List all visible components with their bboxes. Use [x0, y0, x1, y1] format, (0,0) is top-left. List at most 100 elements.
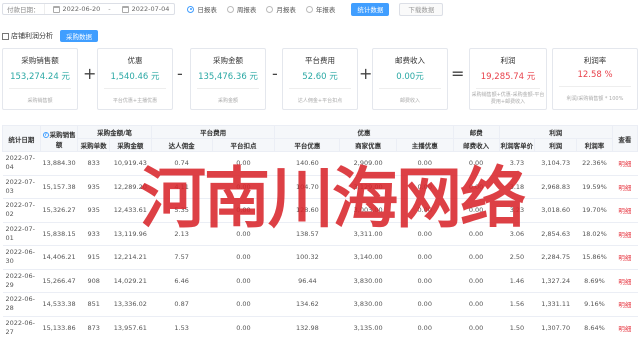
- cell-platform-disc: 100.32: [274, 245, 340, 270]
- cell-rate: 18.02%: [576, 222, 613, 246]
- card-title: 优惠: [127, 56, 143, 65]
- card-value: 52.60 元: [302, 72, 338, 82]
- date-range-picker[interactable]: 付款日期： 2022-06-20 - 2022-07-04: [2, 3, 176, 15]
- radio-label: 周报表: [236, 6, 257, 14]
- table-row: 2022-06- 27 15,133.86 873 13,957.61 1.53 0.00 1…: [2, 316, 638, 338]
- card-purchase-amount: 采购金额 135,476.36 元 采购金额: [190, 48, 266, 110]
- download-data-button[interactable]: 下载数据: [399, 2, 444, 16]
- analysis-header: 店铺利润分析 采购数据: [2, 30, 98, 42]
- shop-icon: [2, 32, 9, 40]
- cell-anchor-disc: 0.00: [396, 269, 454, 293]
- card-title: 采购销售额: [21, 56, 59, 65]
- cell-rate: 9.16%: [576, 292, 613, 317]
- cell-rate: 19.59%: [576, 175, 613, 199]
- detail-link[interactable]: 明细: [612, 151, 638, 176]
- cell-profit: 1,331.11: [534, 292, 577, 317]
- cell-count: 935: [77, 175, 110, 199]
- card-desc: 采购金额: [217, 98, 238, 104]
- cell-count: 935: [77, 198, 110, 223]
- card-title: 利润: [500, 56, 516, 65]
- cell-rate: 8.64%: [576, 316, 613, 338]
- card-desc: 达人佣金+平台扣点: [297, 98, 343, 104]
- card-title: 采购金额: [213, 56, 243, 65]
- card-desc: 采购销售额: [27, 98, 53, 104]
- card-title: 邮费收入: [395, 56, 425, 65]
- cell-amount: 12,214.21: [109, 245, 152, 270]
- cell-sales: 15,326.27: [40, 198, 78, 223]
- calendar-icon: [121, 5, 129, 13]
- cell-sales: 15,157.38: [40, 175, 78, 199]
- col-date: 统计日期: [2, 125, 41, 152]
- cell-rate: 22.36%: [576, 151, 613, 176]
- detail-link[interactable]: 明细: [612, 316, 638, 338]
- table-row: 2022-06- 30 14,406.21 915 12,214.21 7.57 0.00 1…: [2, 245, 638, 270]
- stat-data-button[interactable]: 统计数据: [351, 2, 390, 16]
- radio-yearly[interactable]: 年报表: [305, 4, 336, 14]
- end-date-value: 2022-07-04: [131, 5, 170, 13]
- cell-date: 2022-07- 03: [2, 175, 41, 199]
- cell-merchant-disc: 3,140.00: [339, 245, 397, 270]
- col-discount-group: 优惠: [274, 125, 454, 139]
- col-profit-rate: 利润率: [576, 138, 613, 152]
- card-sales: 采购销售额 153,274.24 元 采购销售额: [2, 48, 78, 110]
- purchase-data-button[interactable]: 采购数据: [60, 30, 98, 42]
- cell-profit: 3,018.60: [534, 198, 577, 223]
- cell-postage: 0.00: [453, 269, 500, 293]
- cell-deduct: 0.00: [212, 269, 275, 293]
- cell-rate: 8.69%: [576, 269, 613, 293]
- end-date-input[interactable]: 2022-07-04: [114, 4, 175, 14]
- radio-daily[interactable]: 日报表: [187, 4, 217, 14]
- col-platform-group: 平台费用: [150, 125, 276, 139]
- cell-date: 2022-07- 04: [2, 151, 41, 176]
- cell-anchor-disc: 0.00: [396, 316, 454, 338]
- detail-link[interactable]: 明细: [612, 198, 638, 223]
- question-icon: ?: [42, 131, 49, 138]
- detail-link[interactable]: 明细: [612, 245, 638, 270]
- col-profit-group: 利润: [498, 125, 613, 139]
- cell-count: 933: [77, 222, 110, 246]
- cell-date: 2022-06- 28: [2, 292, 41, 317]
- radio-label: 年报表: [315, 6, 336, 14]
- radio-monthly[interactable]: 月报表: [266, 4, 296, 14]
- detail-link[interactable]: 明细: [612, 292, 638, 317]
- cell-anchor-disc: 0.00: [396, 292, 454, 317]
- cell-date: 2022-06- 29: [2, 269, 41, 293]
- cell-commission: 0.87: [151, 292, 213, 317]
- cell-unit-profit: 1.46: [499, 269, 535, 293]
- card-profit: 利润 19,285.74 元 采购销售额+优惠-采购金额-平台费用+邮费收入: [469, 48, 547, 110]
- calendar-icon: [52, 5, 60, 13]
- col-count: 采购单数: [77, 138, 110, 152]
- detail-link[interactable]: 明细: [612, 222, 638, 246]
- cell-amount: 13,336.02: [109, 292, 152, 317]
- card-value: 135,476.36 元: [198, 72, 258, 82]
- cell-unit-profit: 2.50: [499, 245, 535, 270]
- cell-count: 851: [77, 292, 110, 317]
- cell-deduct: 0.00: [212, 316, 275, 338]
- radio-unchecked-icon: [266, 5, 274, 13]
- start-date-input[interactable]: 2022-06-20: [45, 4, 106, 14]
- cell-date: 2022-06- 27: [2, 316, 41, 338]
- detail-link[interactable]: 明细: [612, 175, 638, 199]
- cell-sales: 14,533.38: [40, 292, 78, 317]
- cell-date: 2022-07- 01: [2, 222, 41, 246]
- card-platform-fee: 平台费用 52.60 元 达人佣金+平台扣点: [282, 48, 358, 110]
- analysis-title: 店铺利润分析: [11, 32, 53, 40]
- cell-profit: 2,968.83: [534, 175, 577, 199]
- cell-profit: 3,104.73: [534, 151, 577, 176]
- cell-deduct: 0.00: [212, 292, 275, 317]
- detail-link[interactable]: 明细: [612, 269, 638, 293]
- card-value: 1,540.46 元: [110, 72, 160, 82]
- date-separator: -: [108, 5, 111, 13]
- card-value: 153,274.24 元: [10, 72, 70, 82]
- cell-postage: 0.00: [453, 292, 500, 317]
- cell-rate: 19.70%: [576, 198, 613, 223]
- radio-unchecked-icon: [226, 5, 234, 13]
- cell-platform-disc: 96.44: [274, 269, 340, 293]
- radio-label: 月报表: [276, 6, 296, 14]
- radio-weekly[interactable]: 周报表: [226, 4, 257, 14]
- cell-commission: 7.57: [151, 245, 213, 270]
- cell-commission: 1.53: [151, 316, 213, 338]
- card-title: 平台费用: [305, 56, 335, 65]
- cell-sales: 14,406.21: [40, 245, 78, 270]
- cell-merchant-disc: 3,830.00: [339, 292, 397, 317]
